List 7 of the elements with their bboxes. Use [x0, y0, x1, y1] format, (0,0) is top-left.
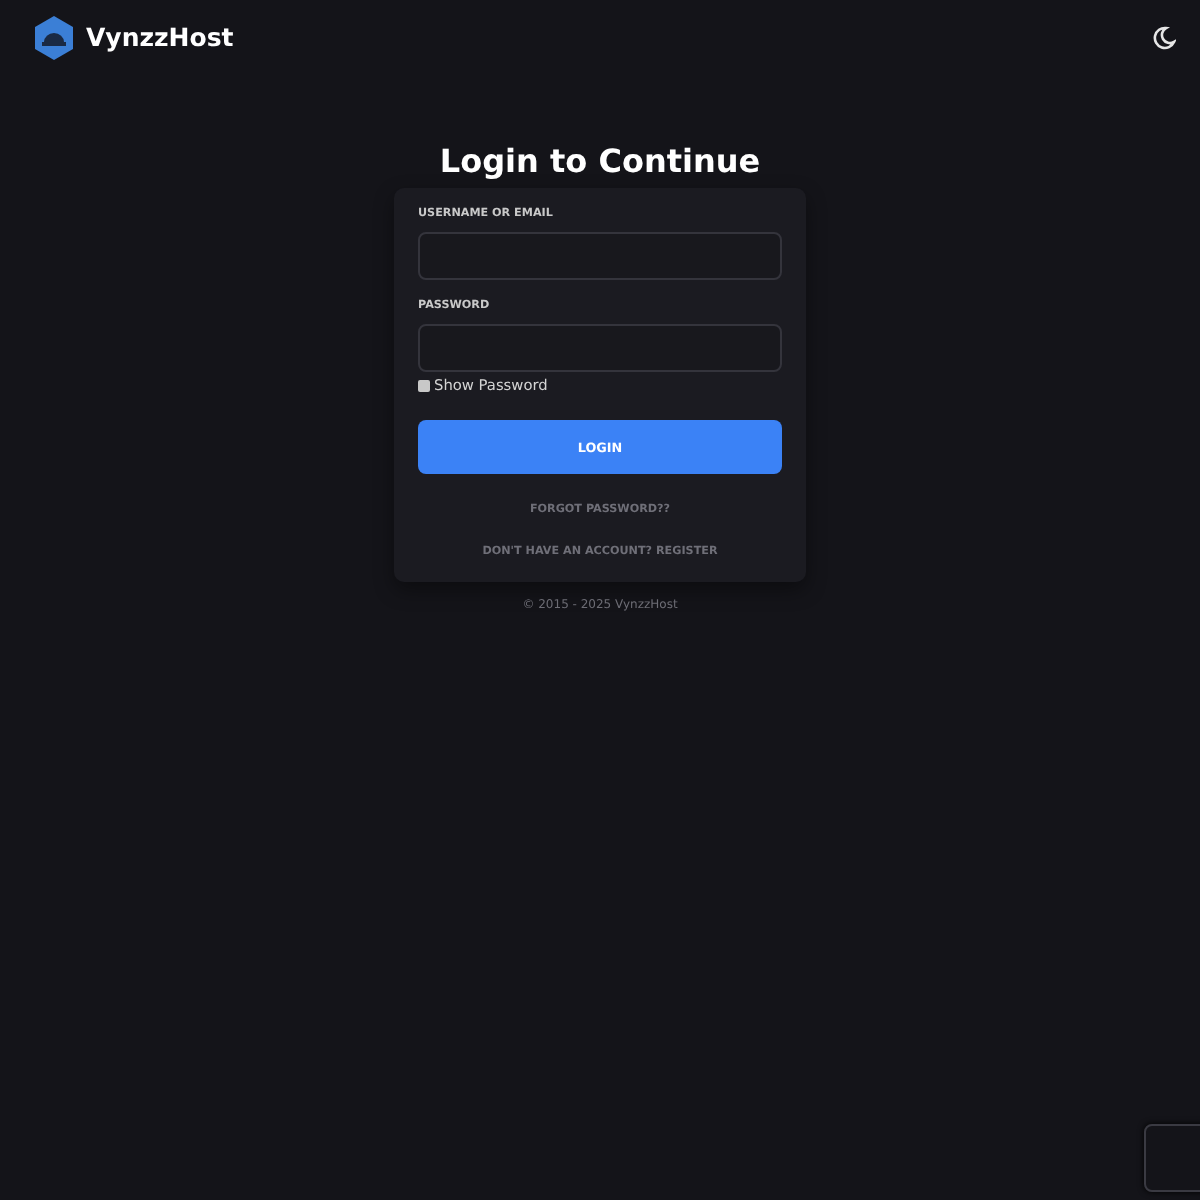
brand-name: VynzzHost	[86, 22, 234, 52]
hexagon-logo-icon	[34, 15, 74, 59]
page-title: Login to Continue	[439, 142, 761, 180]
input-field[interactable]	[418, 324, 782, 372]
moon-icon[interactable]	[1152, 25, 1176, 49]
checkbox[interactable]	[418, 379, 430, 391]
input-field[interactable]	[418, 232, 782, 280]
